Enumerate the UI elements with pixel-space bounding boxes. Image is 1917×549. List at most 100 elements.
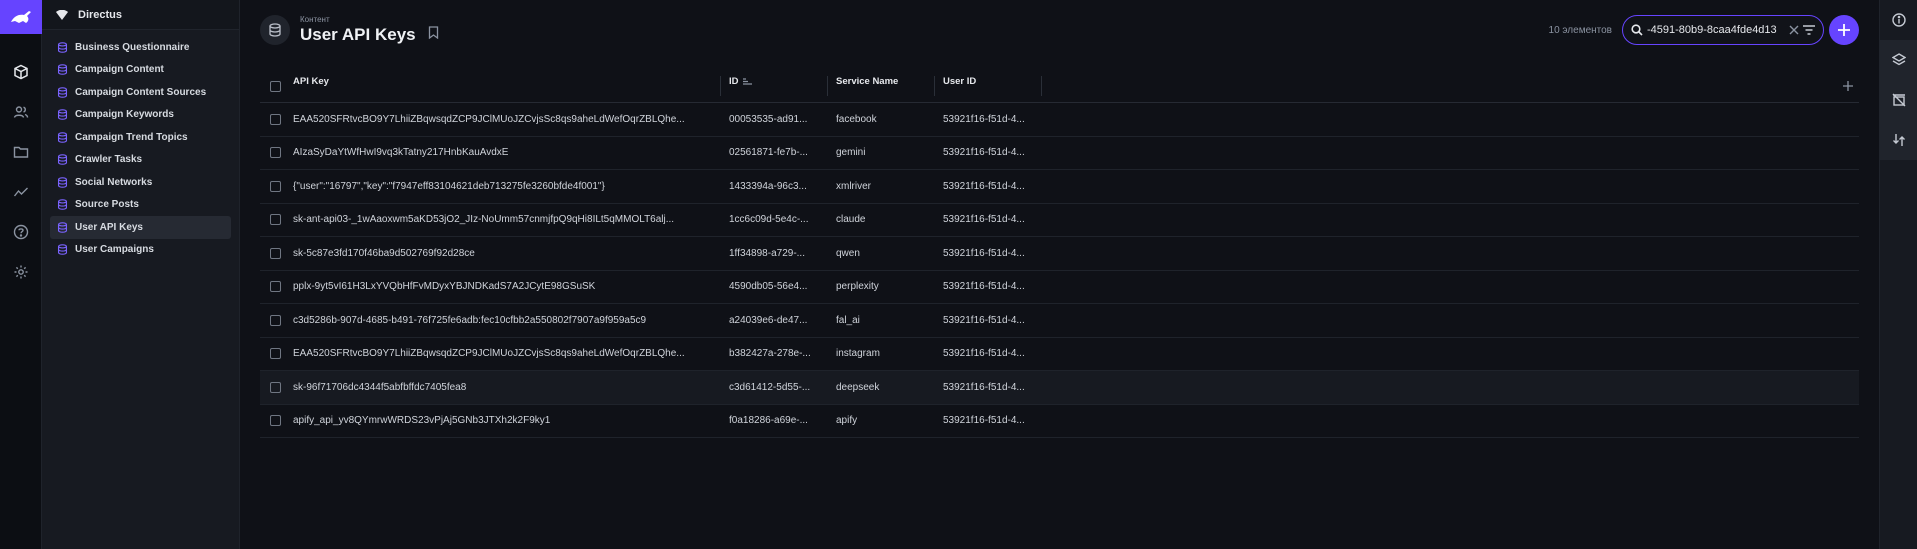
table-row[interactable]: sk-5c87e3fd170f46ba9d502769f92d28ce 1ff34… — [260, 237, 1859, 271]
database-icon — [57, 199, 68, 211]
sidebar-item-campaign-trend-topics[interactable]: Campaign Trend Topics — [50, 126, 231, 149]
row-checkbox[interactable] — [270, 348, 281, 360]
column-header-service-name[interactable]: Service Name — [828, 76, 935, 96]
insights-module-insights-icon[interactable] — [0, 172, 42, 212]
cell-service-name: instagram — [836, 348, 880, 360]
table-row[interactable]: apify_api_yv8QYmrwWRDS23vPjAj5GNb3JTXh2k… — [260, 405, 1859, 438]
directus-logo[interactable] — [0, 0, 42, 34]
rabbit-logo-icon — [10, 11, 31, 23]
create-item-button[interactable] — [1829, 15, 1859, 45]
sidebar-item-label: User API Keys — [75, 221, 143, 233]
layout-layers-icon[interactable] — [1880, 40, 1917, 80]
sidebar-item-label: Campaign Content — [75, 64, 164, 76]
sidebar-item-user-campaigns[interactable]: User Campaigns — [50, 239, 231, 262]
cell-api-key: apify_api_yv8QYmrwWRDS23vPjAj5GNb3JTXh2k… — [293, 415, 551, 427]
bookmark-icon[interactable] — [428, 25, 439, 39]
settings-module-gear-icon[interactable] — [0, 252, 42, 292]
database-icon — [57, 41, 68, 53]
table-row[interactable]: pplx-9yt5vI61H3LxYVQbHfFvMDyxYBJNDKadS7A… — [260, 271, 1859, 304]
cell-id: a24039e6-de47... — [729, 314, 808, 326]
column-header-id[interactable]: ID — [721, 76, 828, 96]
cell-api-key: {"user":"16797","key":"f7947eff83104621d… — [293, 180, 605, 192]
column-header-api-key[interactable]: API Key — [292, 76, 721, 96]
cell-api-key: pplx-9yt5vI61H3LxYVQbHfFvMDyxYBJNDKadS7A… — [293, 281, 596, 293]
search-box[interactable] — [1622, 15, 1824, 45]
table-row[interactable]: EAA520SFRtvcBO9Y7LhiiZBqwsqdZCP9JClMUoJZ… — [260, 103, 1859, 137]
cell-service-name: qwen — [836, 247, 860, 259]
cell-user-id: 53921f16-f51d-4... — [943, 348, 1025, 360]
cell-service-name: perplexity — [836, 281, 879, 293]
table-row[interactable]: sk-ant-api03-_1wAaoxwm5aKD53jO2_JIz-NoUm… — [260, 204, 1859, 237]
project-switcher[interactable]: Directus — [42, 0, 239, 30]
cell-id: 1cc6c09d-5e4c-... — [729, 214, 809, 226]
sort-ascending-icon[interactable] — [742, 78, 752, 85]
sidebar-item-label: Source Posts — [75, 199, 139, 211]
breadcrumb[interactable]: Контент — [300, 15, 416, 24]
cell-user-id: 53921f16-f51d-4... — [943, 247, 1025, 259]
cell-user-id: 53921f16-f51d-4... — [943, 180, 1025, 192]
row-checkbox[interactable] — [270, 180, 281, 192]
main-content: Контент User API Keys 10 элементов -4591… — [240, 0, 1879, 549]
row-checkbox[interactable] — [270, 147, 281, 159]
cell-service-name: facebook — [836, 113, 877, 125]
database-icon — [57, 109, 68, 121]
cell-user-id: 53921f16-f51d-4... — [943, 381, 1025, 393]
row-checkbox[interactable] — [270, 415, 281, 427]
sidebar-item-campaign-keywords[interactable]: Campaign Keywords — [50, 104, 231, 127]
table-row[interactable]: sk-96f71706dc4344f5abfbffdc7405fea8 c3d61… — [260, 371, 1859, 405]
cell-id: 1433394a-96c3... — [729, 180, 807, 192]
sidebar-item-crawler-tasks[interactable]: Crawler Tasks — [50, 149, 231, 172]
cell-id: f0a18286-a69e-... — [729, 415, 808, 427]
cell-api-key: c3d5286b-907d-4685-b491-76f725fe6adb:fec… — [293, 314, 647, 326]
cell-api-key: sk-5c87e3fd170f46ba9d502769f92d28ce — [293, 247, 475, 259]
column-header-user-id[interactable]: User ID — [935, 76, 1042, 96]
clear-search-close-icon[interactable] — [1789, 25, 1799, 35]
row-checkbox[interactable] — [270, 381, 281, 393]
users-module-users-icon[interactable] — [0, 92, 42, 132]
sidebar-item-source-posts[interactable]: Source Posts — [50, 194, 231, 217]
row-checkbox[interactable] — [270, 214, 281, 226]
table-row[interactable]: {"user":"16797","key":"f7947eff83104621d… — [260, 170, 1859, 204]
table-row[interactable]: AIzaSyDaYtWfHwI9vq3kTatny217HnbKauAvdxE 0… — [260, 137, 1859, 170]
cell-service-name: gemini — [836, 147, 866, 159]
sidebar-item-label: Campaign Trend Topics — [75, 131, 188, 143]
table-row[interactable]: c3d5286b-907d-4685-b491-76f725fe6adb:fec… — [260, 304, 1859, 338]
module-bar — [0, 0, 42, 549]
cell-api-key: EAA520SFRtvcBO9Y7LhiiZBqwsqdZCP9JClMUoJZ… — [293, 113, 685, 125]
cell-id: 00053535-ad91... — [729, 113, 808, 125]
row-checkbox[interactable] — [270, 281, 281, 293]
database-icon — [57, 64, 68, 76]
page-header: Контент User API Keys 10 элементов — [240, 0, 1879, 60]
sidebar-item-social-networks[interactable]: Social Networks — [50, 171, 231, 194]
project-name: Directus — [78, 8, 123, 21]
sidebar-item-campaign-content-sources[interactable]: Campaign Content Sources — [50, 81, 231, 104]
cell-user-id: 53921f16-f51d-4... — [943, 214, 1025, 226]
plus-icon — [1838, 24, 1850, 36]
select-all-checkbox[interactable] — [270, 80, 281, 92]
row-checkbox[interactable] — [270, 314, 281, 326]
search-input[interactable] — [1647, 24, 1787, 36]
sidebar-item-business-questionnaire[interactable]: Business Questionnaire — [50, 36, 231, 59]
sidebar-item-label: User Campaigns — [75, 244, 154, 256]
table-body: EAA520SFRtvcBO9Y7LhiiZBqwsqdZCP9JClMUoJZ… — [260, 103, 1859, 438]
sidebar-item-campaign-content[interactable]: Campaign Content — [50, 59, 231, 82]
items-table: API Key ID Service Name User ID EAA520SF… — [260, 70, 1859, 438]
cell-service-name: apify — [836, 415, 858, 427]
import-export-icon[interactable] — [1880, 120, 1917, 160]
sidebar-item-user-api-keys[interactable]: User API Keys — [50, 216, 231, 239]
table-row[interactable]: EAA520SFRtvcBO9Y7LhiiZBqwsqdZCP9JClMUoJZ… — [260, 338, 1859, 371]
row-checkbox[interactable] — [270, 247, 281, 259]
help-module-help-icon[interactable] — [0, 212, 42, 252]
files-module-folder-icon[interactable] — [0, 132, 42, 172]
search-icon — [1631, 24, 1643, 36]
cell-id: 4590db05-56e4... — [729, 281, 808, 293]
filter-icon[interactable] — [1803, 25, 1815, 35]
archive-off-icon[interactable] — [1880, 80, 1917, 120]
cell-api-key: sk-ant-api03-_1wAaoxwm5aKD53jO2_JIz-NoUm… — [293, 214, 675, 226]
row-checkbox[interactable] — [270, 113, 281, 125]
add-field-plus-icon[interactable] — [1843, 78, 1853, 94]
collection-database-icon[interactable] — [260, 15, 290, 45]
content-module-box-icon[interactable] — [0, 52, 42, 92]
info-icon[interactable] — [1880, 0, 1917, 40]
collection-list: Business Questionnaire Campaign Content Ca… — [42, 30, 239, 267]
